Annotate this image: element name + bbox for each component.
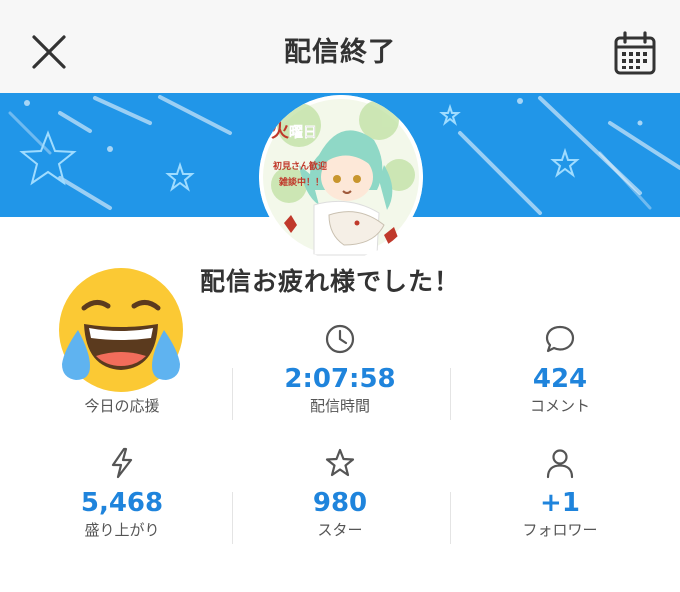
stat-cheers-value	[12, 364, 232, 394]
person-icon	[546, 449, 574, 479]
avatar-caption-line1: 初見さん歓迎	[273, 160, 327, 172]
calendar-icon	[614, 31, 656, 75]
stat-comments: 424 コメント	[450, 322, 670, 416]
stat-comments-label: コメント	[529, 397, 590, 415]
stat-stars: 980 スター	[230, 446, 450, 540]
streamer-avatar[interactable]: 火 曜日 初見さん歓迎 雑談中！！	[259, 95, 423, 259]
stat-comments-value: 424	[532, 364, 588, 394]
stat-followers: +1 フォロワー	[450, 446, 670, 540]
stat-duration-label: 配信時間	[309, 397, 370, 415]
stat-excitement-label: 盛り上がり	[84, 521, 160, 539]
stat-cheers-label: 今日の応援	[84, 397, 160, 415]
thanks-message: 配信お疲れ様でした！	[200, 267, 461, 296]
stat-stars-value: 980	[312, 488, 368, 518]
stat-duration-value: 2:07:58	[284, 364, 396, 394]
stat-excitement: 5,468 盛り上がり	[12, 446, 232, 540]
stat-followers-label: フォロワー	[522, 521, 598, 539]
top-bar: 配信終了	[0, 0, 680, 93]
comment-bubble-icon	[545, 325, 575, 353]
lightning-icon	[111, 447, 133, 479]
stat-excitement-value: 5,468	[80, 488, 164, 518]
stat-followers-value: +1	[540, 488, 580, 518]
clock-icon	[325, 324, 355, 354]
calendar-button[interactable]	[612, 31, 658, 77]
svg-text:曜日: 曜日	[289, 125, 317, 141]
page-title: 配信終了	[284, 37, 396, 68]
stat-stars-label: スター	[317, 521, 363, 539]
avatar-illustration: 火 曜日 初見さん歓迎 雑談中！！	[259, 95, 423, 259]
stat-duration: 2:07:58 配信時間	[230, 322, 450, 416]
stat-cheers: 今日の応援	[12, 322, 232, 416]
avatar-caption-line2: 雑談中！！	[278, 176, 324, 188]
star-icon	[325, 448, 355, 477]
